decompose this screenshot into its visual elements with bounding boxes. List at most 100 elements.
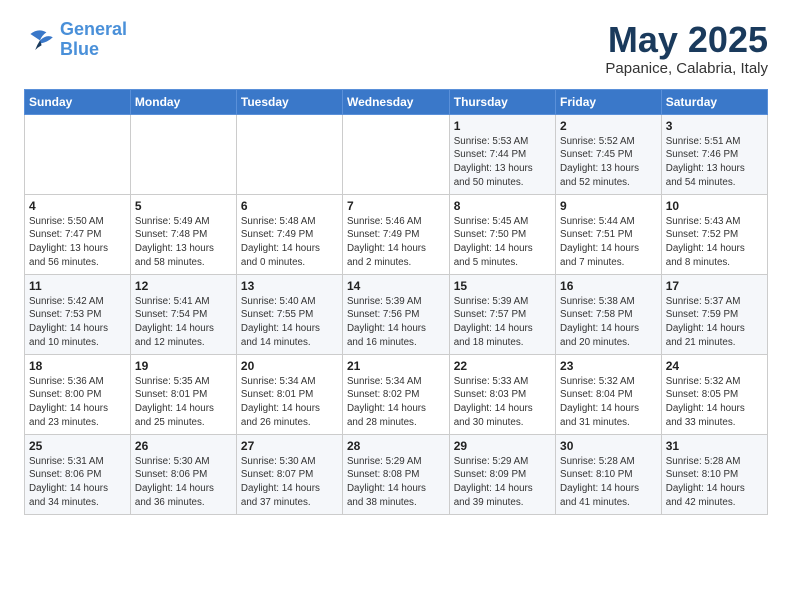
day-number: 6 <box>241 199 338 213</box>
day-info: Sunrise: 5:53 AM Sunset: 7:44 PM Dayligh… <box>454 135 551 190</box>
day-number: 25 <box>29 439 126 453</box>
day-info: Sunrise: 5:50 AM Sunset: 7:47 PM Dayligh… <box>29 215 126 270</box>
logo: General Blue <box>24 20 127 60</box>
calendar-cell: 2 Sunrise: 5:52 AM Sunset: 7:45 PM Daylig… <box>556 114 662 194</box>
day-info: Sunrise: 5:44 AM Sunset: 7:51 PM Dayligh… <box>560 215 657 270</box>
calendar-header-row: SundayMondayTuesdayWednesdayThursdayFrid… <box>25 89 768 114</box>
day-number: 12 <box>135 279 232 293</box>
header-saturday: Saturday <box>661 89 767 114</box>
day-info: Sunrise: 5:43 AM Sunset: 7:52 PM Dayligh… <box>666 215 763 270</box>
day-number: 29 <box>454 439 551 453</box>
day-info: Sunrise: 5:45 AM Sunset: 7:50 PM Dayligh… <box>454 215 551 270</box>
day-number: 28 <box>347 439 445 453</box>
day-info: Sunrise: 5:28 AM Sunset: 8:10 PM Dayligh… <box>560 455 657 510</box>
logo-icon <box>24 26 56 54</box>
calendar-cell: 24 Sunrise: 5:32 AM Sunset: 8:05 PM Dayli… <box>661 354 767 434</box>
day-number: 1 <box>454 119 551 133</box>
calendar-cell: 18 Sunrise: 5:36 AM Sunset: 8:00 PM Dayli… <box>25 354 131 434</box>
day-number: 15 <box>454 279 551 293</box>
day-info: Sunrise: 5:37 AM Sunset: 7:59 PM Dayligh… <box>666 295 763 350</box>
calendar-cell <box>342 114 449 194</box>
calendar-cell: 7Sunrise: 5:46 AM Sunset: 7:49 PM Daylig… <box>342 194 449 274</box>
calendar-cell: 30Sunrise: 5:28 AM Sunset: 8:10 PM Dayli… <box>556 434 662 514</box>
calendar-week-1: 1 Sunrise: 5:53 AM Sunset: 7:44 PM Daylig… <box>25 114 768 194</box>
day-number: 22 <box>454 359 551 373</box>
calendar-cell: 26Sunrise: 5:30 AM Sunset: 8:06 PM Dayli… <box>130 434 236 514</box>
day-number: 23 <box>560 359 657 373</box>
calendar-cell: 25Sunrise: 5:31 AM Sunset: 8:06 PM Dayli… <box>25 434 131 514</box>
day-info: Sunrise: 5:52 AM Sunset: 7:45 PM Dayligh… <box>560 135 657 190</box>
calendar-cell: 19Sunrise: 5:35 AM Sunset: 8:01 PM Dayli… <box>130 354 236 434</box>
calendar-cell: 22 Sunrise: 5:33 AM Sunset: 8:03 PM Dayli… <box>449 354 555 434</box>
calendar-week-3: 11 Sunrise: 5:42 AM Sunset: 7:53 PM Dayli… <box>25 274 768 354</box>
day-number: 9 <box>560 199 657 213</box>
calendar-week-4: 18 Sunrise: 5:36 AM Sunset: 8:00 PM Dayli… <box>25 354 768 434</box>
day-number: 20 <box>241 359 338 373</box>
day-info: Sunrise: 5:32 AM Sunset: 8:05 PM Dayligh… <box>666 375 763 430</box>
calendar-cell: 4 Sunrise: 5:50 AM Sunset: 7:47 PM Daylig… <box>25 194 131 274</box>
calendar-cell: 12 Sunrise: 5:41 AM Sunset: 7:54 PM Dayli… <box>130 274 236 354</box>
day-info: Sunrise: 5:29 AM Sunset: 8:08 PM Dayligh… <box>347 455 445 510</box>
header-tuesday: Tuesday <box>236 89 342 114</box>
day-number: 21 <box>347 359 445 373</box>
day-number: 18 <box>29 359 126 373</box>
calendar-cell: 5 Sunrise: 5:49 AM Sunset: 7:48 PM Daylig… <box>130 194 236 274</box>
day-info: Sunrise: 5:29 AM Sunset: 8:09 PM Dayligh… <box>454 455 551 510</box>
calendar-cell: 6 Sunrise: 5:48 AM Sunset: 7:49 PM Daylig… <box>236 194 342 274</box>
header-sunday: Sunday <box>25 89 131 114</box>
title-block: May 2025 Papanice, Calabria, Italy <box>605 20 768 77</box>
day-info: Sunrise: 5:36 AM Sunset: 8:00 PM Dayligh… <box>29 375 126 430</box>
day-info: Sunrise: 5:40 AM Sunset: 7:55 PM Dayligh… <box>241 295 338 350</box>
page-header: General Blue May 2025 Papanice, Calabria… <box>24 20 768 77</box>
calendar-cell <box>25 114 131 194</box>
calendar-cell: 16 Sunrise: 5:38 AM Sunset: 7:58 PM Dayli… <box>556 274 662 354</box>
day-number: 4 <box>29 199 126 213</box>
day-info: Sunrise: 5:41 AM Sunset: 7:54 PM Dayligh… <box>135 295 232 350</box>
day-info: Sunrise: 5:49 AM Sunset: 7:48 PM Dayligh… <box>135 215 232 270</box>
logo-text: General Blue <box>60 20 127 60</box>
day-info: Sunrise: 5:34 AM Sunset: 8:01 PM Dayligh… <box>241 375 338 430</box>
calendar-subtitle: Papanice, Calabria, Italy <box>605 60 768 77</box>
day-number: 26 <box>135 439 232 453</box>
calendar-cell: 1 Sunrise: 5:53 AM Sunset: 7:44 PM Daylig… <box>449 114 555 194</box>
calendar-cell: 28 Sunrise: 5:29 AM Sunset: 8:08 PM Dayli… <box>342 434 449 514</box>
day-info: Sunrise: 5:51 AM Sunset: 7:46 PM Dayligh… <box>666 135 763 190</box>
calendar-cell: 23Sunrise: 5:32 AM Sunset: 8:04 PM Dayli… <box>556 354 662 434</box>
calendar-cell: 29 Sunrise: 5:29 AM Sunset: 8:09 PM Dayli… <box>449 434 555 514</box>
calendar-cell: 15 Sunrise: 5:39 AM Sunset: 7:57 PM Dayli… <box>449 274 555 354</box>
day-number: 11 <box>29 279 126 293</box>
day-number: 17 <box>666 279 763 293</box>
calendar-cell: 31Sunrise: 5:28 AM Sunset: 8:10 PM Dayli… <box>661 434 767 514</box>
day-number: 5 <box>135 199 232 213</box>
day-number: 27 <box>241 439 338 453</box>
calendar-cell: 11 Sunrise: 5:42 AM Sunset: 7:53 PM Dayli… <box>25 274 131 354</box>
calendar-cell: 8 Sunrise: 5:45 AM Sunset: 7:50 PM Daylig… <box>449 194 555 274</box>
calendar-cell: 17 Sunrise: 5:37 AM Sunset: 7:59 PM Dayli… <box>661 274 767 354</box>
calendar-cell: 10 Sunrise: 5:43 AM Sunset: 7:52 PM Dayli… <box>661 194 767 274</box>
day-number: 2 <box>560 119 657 133</box>
day-info: Sunrise: 5:39 AM Sunset: 7:56 PM Dayligh… <box>347 295 445 350</box>
day-number: 24 <box>666 359 763 373</box>
calendar-page: General Blue May 2025 Papanice, Calabria… <box>0 0 792 531</box>
calendar-week-2: 4 Sunrise: 5:50 AM Sunset: 7:47 PM Daylig… <box>25 194 768 274</box>
day-info: Sunrise: 5:34 AM Sunset: 8:02 PM Dayligh… <box>347 375 445 430</box>
calendar-table: SundayMondayTuesdayWednesdayThursdayFrid… <box>24 89 768 515</box>
day-number: 13 <box>241 279 338 293</box>
day-number: 14 <box>347 279 445 293</box>
day-info: Sunrise: 5:42 AM Sunset: 7:53 PM Dayligh… <box>29 295 126 350</box>
day-info: Sunrise: 5:39 AM Sunset: 7:57 PM Dayligh… <box>454 295 551 350</box>
day-number: 10 <box>666 199 763 213</box>
day-number: 8 <box>454 199 551 213</box>
calendar-week-5: 25Sunrise: 5:31 AM Sunset: 8:06 PM Dayli… <box>25 434 768 514</box>
day-info: Sunrise: 5:30 AM Sunset: 8:07 PM Dayligh… <box>241 455 338 510</box>
calendar-cell: 13 Sunrise: 5:40 AM Sunset: 7:55 PM Dayli… <box>236 274 342 354</box>
day-info: Sunrise: 5:33 AM Sunset: 8:03 PM Dayligh… <box>454 375 551 430</box>
day-info: Sunrise: 5:48 AM Sunset: 7:49 PM Dayligh… <box>241 215 338 270</box>
calendar-cell: 14 Sunrise: 5:39 AM Sunset: 7:56 PM Dayli… <box>342 274 449 354</box>
calendar-cell: 20 Sunrise: 5:34 AM Sunset: 8:01 PM Dayli… <box>236 354 342 434</box>
day-number: 3 <box>666 119 763 133</box>
day-number: 16 <box>560 279 657 293</box>
day-info: Sunrise: 5:38 AM Sunset: 7:58 PM Dayligh… <box>560 295 657 350</box>
header-thursday: Thursday <box>449 89 555 114</box>
day-info: Sunrise: 5:35 AM Sunset: 8:01 PM Dayligh… <box>135 375 232 430</box>
